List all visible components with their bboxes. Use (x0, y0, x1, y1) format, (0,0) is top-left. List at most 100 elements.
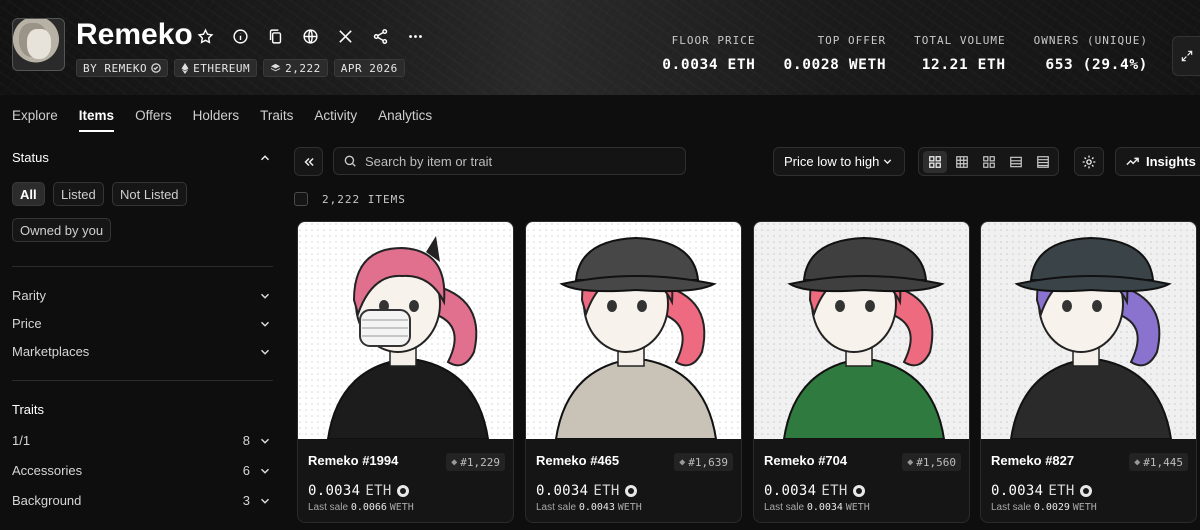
status-owned-pill[interactable]: Owned by you (12, 218, 112, 242)
item-card[interactable]: Remeko #1994 ◆ #1,229 0.0034 ETH Last sale 0… (297, 221, 514, 523)
item-name: Remeko #827 (991, 453, 1075, 468)
item-price: 0.0034 ETH (308, 483, 409, 499)
search-box[interactable] (333, 147, 686, 175)
view-mosaic-button[interactable] (977, 151, 1001, 173)
status-all-pill[interactable]: All (12, 182, 45, 206)
items-count: 2,222 ITEMS (322, 192, 406, 206)
more-icon[interactable] (398, 24, 433, 48)
x-twitter-icon[interactable] (328, 24, 363, 48)
gear-icon (1082, 155, 1096, 168)
status-not-listed-pill[interactable]: Not Listed (112, 182, 187, 206)
copy-icon[interactable] (258, 24, 293, 48)
view-table-button[interactable] (1031, 151, 1055, 173)
diamond-icon: ◆ (1134, 456, 1141, 468)
diamond-icon: ◆ (679, 456, 686, 468)
ethereum-icon (181, 62, 189, 74)
insights-button[interactable]: Insights (1115, 147, 1200, 176)
view-small-grid-button[interactable] (950, 151, 974, 173)
chevron-down-icon (260, 293, 270, 299)
last-sale: Last sale 0.0066 WETH (308, 502, 414, 513)
item-name: Remeko #465 (536, 453, 620, 468)
marketplace-icon (624, 485, 637, 497)
status-section-header[interactable]: Status (12, 150, 272, 165)
trait-1-1[interactable]: 1/1 8 (12, 433, 272, 448)
tab-holders[interactable]: Holders (193, 108, 240, 132)
filter-marketplaces[interactable]: Marketplaces (12, 344, 272, 359)
view-list-button[interactable] (1004, 151, 1028, 173)
diamond-icon: ◆ (907, 456, 914, 468)
item-price: 0.0034 ETH (991, 483, 1092, 499)
chevron-down-icon (260, 321, 270, 327)
collection-stats: FLOOR PRICE 0.0034 ETH TOP OFFER 0.0028 … (634, 34, 1148, 73)
select-all-checkbox[interactable] (294, 192, 308, 206)
search-input[interactable] (365, 153, 665, 169)
check-icon (151, 63, 161, 73)
collection-tabs: Explore Items Offers Holders Traits Acti… (12, 108, 453, 132)
sort-dropdown[interactable]: Price low to high (773, 147, 905, 176)
item-card[interactable]: Remeko #704 ◆ #1,560 0.0034 ETH Last sale 0.… (753, 221, 970, 523)
rarity-rank-badge: ◆ #1,639 (674, 453, 733, 471)
rarity-rank-badge: ◆ #1,560 (902, 453, 961, 471)
double-chevron-left-icon (303, 157, 314, 166)
item-image (754, 222, 969, 439)
chevron-down-icon (260, 438, 270, 444)
layers-icon (270, 63, 281, 71)
collection-header: Remeko BY REMEKO ETHEREUM 2,222 APR 2026… (0, 0, 1200, 95)
search-icon (344, 155, 356, 167)
last-sale: Last sale 0.0034 WETH (764, 502, 870, 513)
stat-top-offer: TOP OFFER 0.0028 WETH (783, 34, 887, 73)
stat-owners: OWNERS (UNIQUE) 653 (29.4%) (1033, 34, 1148, 73)
tab-activity[interactable]: Activity (314, 108, 357, 132)
rarity-rank-badge: ◆ #1,445 (1129, 453, 1188, 471)
item-card[interactable]: Remeko #827 ◆ #1,445 0.0034 ETH Last sale 0.… (980, 221, 1197, 523)
tab-explore[interactable]: Explore (12, 108, 58, 132)
mosaic-icon (982, 155, 995, 168)
stat-floor-price: FLOOR PRICE 0.0034 ETH (662, 34, 756, 73)
small-grid-icon (955, 155, 968, 168)
item-card[interactable]: Remeko #465 ◆ #1,639 0.0034 ETH Last sale 0.… (525, 221, 742, 523)
trait-accessories[interactable]: Accessories 6 (12, 463, 272, 478)
chevron-down-icon (260, 498, 270, 504)
view-large-grid-button[interactable] (922, 150, 947, 173)
collection-avatar[interactable] (12, 18, 65, 71)
item-price: 0.0034 ETH (536, 483, 637, 499)
collection-tags: BY REMEKO ETHEREUM 2,222 APR 2026 (76, 59, 405, 77)
chevron-down-icon (883, 159, 892, 165)
collapse-sidebar-button[interactable] (294, 147, 323, 176)
filter-sidebar: Status All Listed Not Listed Owned by yo… (0, 145, 285, 530)
star-icon[interactable] (188, 24, 223, 48)
sidebar-divider (12, 380, 273, 381)
last-sale: Last sale 0.0029 WETH (991, 502, 1097, 513)
chevron-down-icon (260, 349, 270, 355)
supply-tag: 2,222 (263, 59, 328, 77)
tab-analytics[interactable]: Analytics (378, 108, 432, 132)
diamond-icon: ◆ (451, 456, 458, 468)
globe-icon[interactable] (293, 24, 328, 48)
item-image (526, 222, 741, 439)
item-name: Remeko #704 (764, 453, 848, 468)
view-mode-group (918, 147, 1059, 176)
sidebar-divider (12, 266, 273, 267)
marketplace-icon (396, 485, 409, 497)
creator-tag[interactable]: BY REMEKO (76, 59, 169, 77)
tab-offers[interactable]: Offers (135, 108, 172, 132)
stat-total-volume: TOTAL VOLUME 12.21 ETH (914, 34, 1006, 73)
item-image (981, 222, 1196, 439)
settings-button[interactable] (1074, 147, 1104, 176)
chain-tag[interactable]: ETHEREUM (174, 59, 258, 77)
expand-icon (1181, 50, 1192, 62)
expand-stats-button[interactable] (1172, 36, 1200, 76)
tab-items[interactable]: Items (78, 108, 115, 132)
large-grid-icon (928, 155, 941, 168)
rarity-rank-badge: ◆ #1,229 (446, 453, 505, 471)
share-icon[interactable] (363, 24, 398, 48)
tab-traits[interactable]: Traits (260, 108, 293, 132)
filter-price[interactable]: Price (12, 316, 272, 331)
info-icon[interactable] (223, 24, 258, 48)
chevron-up-icon (260, 154, 270, 160)
table-icon (1036, 155, 1049, 168)
trait-background[interactable]: Background 3 (12, 493, 272, 508)
filter-rarity[interactable]: Rarity (12, 288, 272, 303)
chevron-down-icon (260, 468, 270, 474)
status-listed-pill[interactable]: Listed (53, 182, 104, 206)
